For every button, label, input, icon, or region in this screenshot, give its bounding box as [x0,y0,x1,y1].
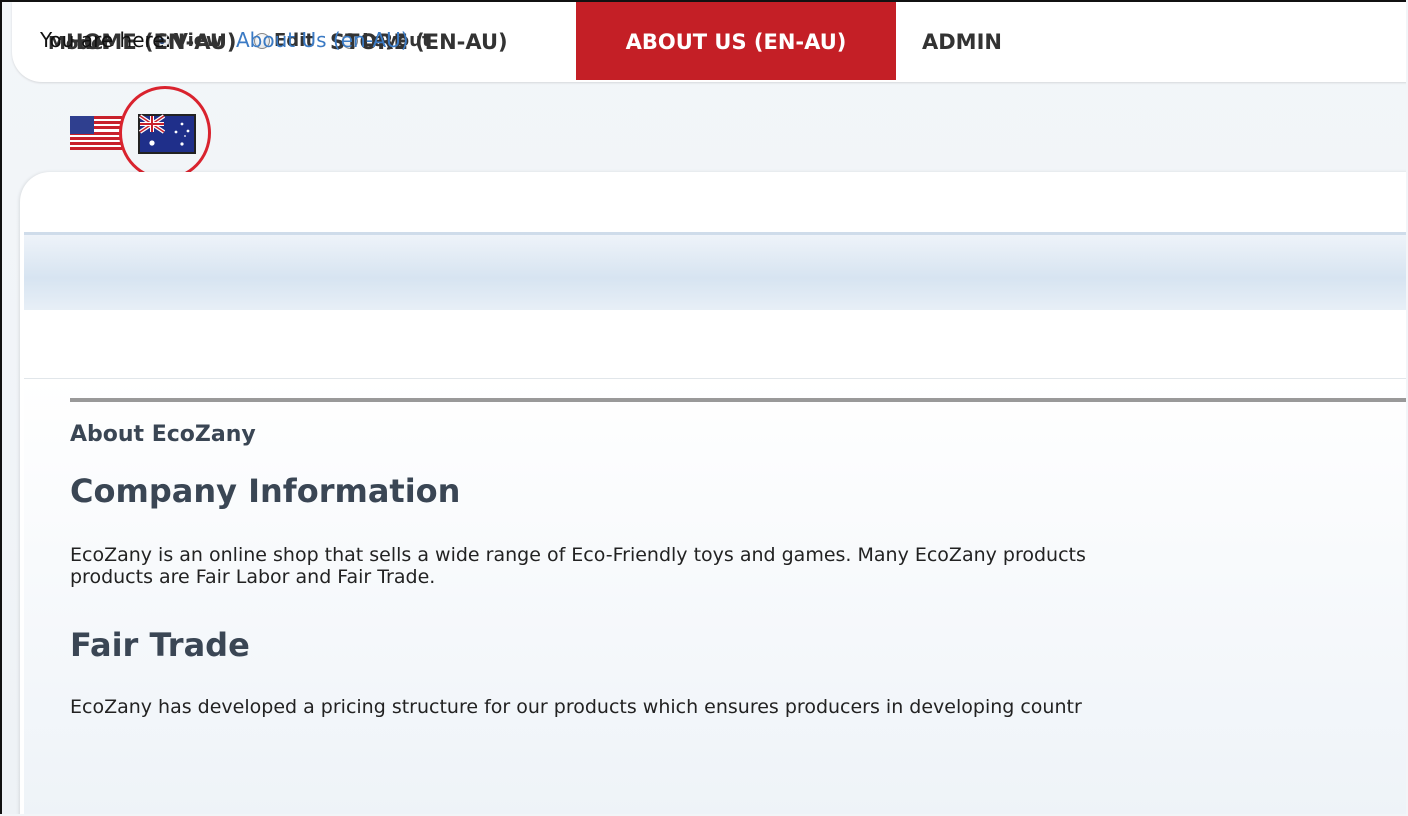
fair-trade-paragraph: EcoZany has developed a pricing structur… [70,696,1082,718]
breadcrumb-label: You are here: [40,28,172,52]
us-flag-icon[interactable] [70,116,122,150]
nav-item-admin[interactable]: ADMIN [922,2,1002,80]
main-navigation [24,232,1406,313]
nav-item-about-us[interactable]: ABOUT US (EN-AU) [576,2,896,80]
breadcrumb [24,310,1406,379]
page-frame: Mode: View Edit Layout HOME (EN-AU) STOR… [0,0,1406,814]
company-paragraph-line-1: EcoZany is an online shop that sells a w… [70,544,1086,566]
selection-highlight-circle [119,86,211,180]
module-divider [70,398,1406,402]
heading-fair-trade: Fair Trade [70,626,250,664]
company-paragraph: EcoZany is an online shop that sells a w… [70,544,1086,588]
module-title: About EcoZany [70,422,256,447]
breadcrumb-link[interactable]: About Us (en-AU) [236,28,409,52]
heading-company-information: Company Information [70,472,461,510]
company-paragraph-line-2: products are Fair Labor and Fair Trade. [70,566,436,588]
